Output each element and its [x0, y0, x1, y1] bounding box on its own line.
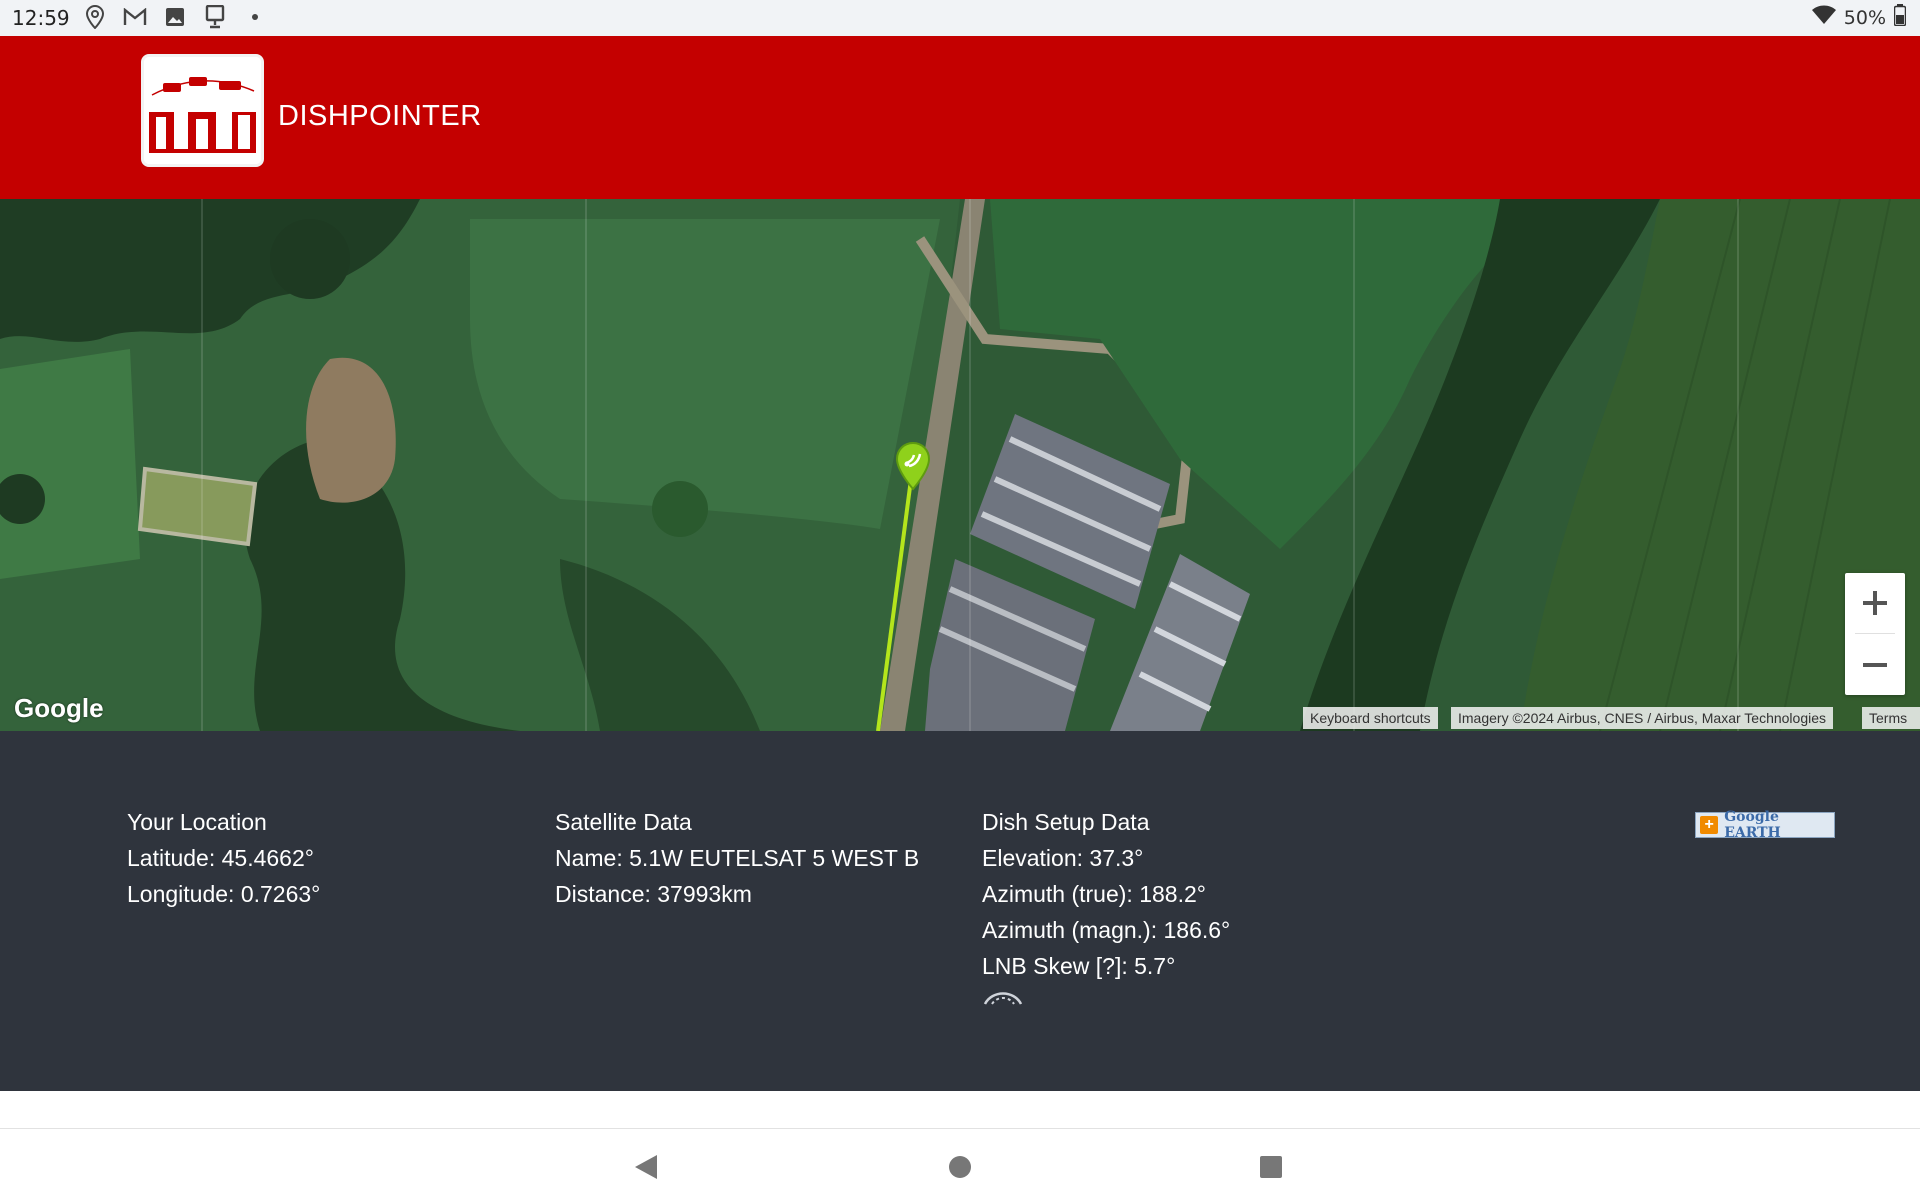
battery-icon [1893, 4, 1907, 31]
satellite-heading: Satellite Data [555, 809, 692, 835]
image-icon [162, 4, 188, 30]
longitude-value: Longitude: 0.7263° [127, 881, 321, 907]
satellite-distance: Distance: 37993km [555, 881, 752, 907]
google-logo[interactable]: Google [14, 693, 104, 724]
recents-square-icon [1260, 1156, 1282, 1178]
status-right: 50% [1811, 4, 1907, 31]
plus-icon [1863, 591, 1887, 615]
zoom-out-button[interactable] [1845, 635, 1905, 695]
recents-button[interactable] [1251, 1147, 1291, 1187]
location-pin-icon [82, 4, 108, 30]
location-section: Your Location Latitude: 45.4662° Longitu… [127, 804, 320, 912]
skew-arc-icon [983, 992, 1023, 1005]
dish-setup-section: Dish Setup Data Elevation: 37.3° Azimuth… [982, 804, 1230, 984]
status-notification-icons [82, 4, 268, 30]
dishpointer-logo[interactable] [141, 54, 264, 167]
gmail-icon [122, 4, 148, 30]
location-heading: Your Location [127, 809, 267, 835]
zoom-separator [1855, 633, 1895, 634]
google-earth-label: Google EARTH [1724, 809, 1781, 841]
latitude-value: Latitude: 45.4662° [127, 845, 314, 871]
terms-link[interactable]: Terms [1862, 707, 1920, 729]
back-button[interactable] [626, 1147, 666, 1187]
app-header: DISHPOINTER [0, 36, 1920, 199]
azimuth-true-value: Azimuth (true): 188.2° [982, 881, 1206, 907]
satellite-section: Satellite Data Name: 5.1W EUTELSAT 5 WES… [555, 804, 919, 912]
minus-icon [1863, 663, 1887, 667]
lnb-skew-value[interactable]: LNB Skew [?]: 5.7° [982, 948, 1230, 984]
plus-icon: + [1700, 816, 1719, 834]
dot-icon [242, 4, 268, 30]
map-imagery[interactable] [0, 199, 1920, 731]
info-panel: Your Location Latitude: 45.4662° Longitu… [0, 731, 1920, 1091]
location-marker-icon[interactable] [894, 441, 932, 491]
zoom-in-button[interactable] [1845, 573, 1905, 633]
wifi-icon [1811, 5, 1836, 30]
imagery-attribution: Imagery ©2024 Airbus, CNES / Airbus, Max… [1451, 707, 1834, 729]
satellite-map[interactable]: Google Keyboard shortcuts Imagery ©2024 … [0, 199, 1920, 731]
elevation-value: Elevation: 37.3° [982, 845, 1144, 871]
dish-heading: Dish Setup Data [982, 809, 1150, 835]
zoom-control [1845, 573, 1905, 695]
google-earth-button[interactable]: + Google EARTH [1695, 809, 1835, 841]
back-triangle-icon [635, 1155, 657, 1179]
azimuth-magn-value: Azimuth (magn.): 186.6° [982, 917, 1231, 943]
status-time: 12:59 [12, 6, 70, 30]
app-title: DISHPOINTER [278, 100, 482, 132]
cast-icon [202, 4, 228, 30]
battery-percent: 50% [1843, 6, 1886, 29]
keyboard-shortcuts-link[interactable]: Keyboard shortcuts [1303, 707, 1438, 729]
home-button[interactable] [940, 1147, 980, 1187]
home-circle-icon [949, 1156, 971, 1178]
satellite-name[interactable]: Name: 5.1W EUTELSAT 5 WEST B [555, 840, 919, 876]
system-nav-bar [0, 1128, 1920, 1200]
status-bar: 12:59 50% [0, 0, 1920, 36]
